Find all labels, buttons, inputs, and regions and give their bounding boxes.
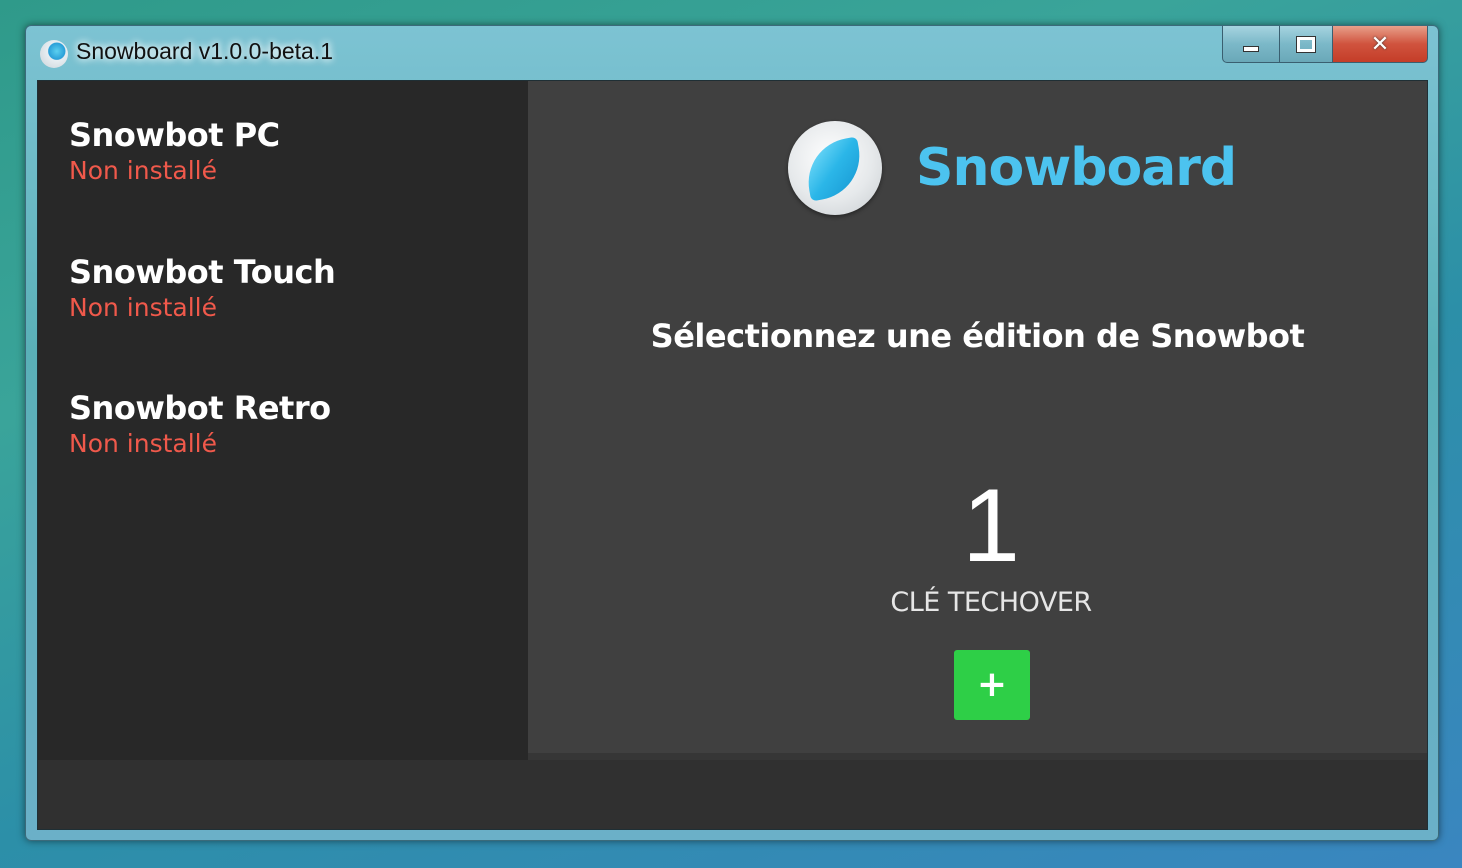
- title-bar[interactable]: Snowboard v1.0.0-beta.1 ✕: [26, 26, 1438, 80]
- edition-name: Snowbot Touch: [69, 253, 336, 291]
- plus-icon: +: [976, 664, 1008, 705]
- footer-bar: [38, 760, 1427, 829]
- edition-name: Snowbot PC: [69, 116, 280, 154]
- select-edition-prompt: Sélectionnez une édition de Snowbot: [650, 317, 1305, 355]
- window-controls: ✕: [1222, 26, 1428, 63]
- edition-status: Non installé: [69, 429, 217, 458]
- leaf-icon: [801, 136, 867, 202]
- sidebar-item-snowbot-touch[interactable]: Snowbot Touch Non installé: [69, 252, 336, 324]
- close-icon: ✕: [1370, 31, 1390, 57]
- add-key-button[interactable]: +: [954, 650, 1030, 720]
- main-panel: Snowboard Sélectionnez une édition de Sn…: [528, 81, 1427, 753]
- edition-status: Non installé: [69, 156, 217, 185]
- app-client-area: Snowbot PC Non installé Snowbot Touch No…: [37, 80, 1428, 830]
- sidebar-item-snowbot-pc[interactable]: Snowbot PC Non installé: [69, 115, 280, 187]
- maximize-icon: [1296, 35, 1316, 53]
- edition-status: Non installé: [69, 293, 217, 322]
- window-title: Snowboard v1.0.0-beta.1: [76, 38, 334, 64]
- key-count: 1: [962, 468, 1020, 584]
- edition-name: Snowbot Retro: [69, 389, 331, 427]
- app-logo-icon: [40, 40, 68, 68]
- minimize-icon: [1243, 46, 1259, 52]
- snowboard-logo-icon: [788, 121, 882, 215]
- maximize-button[interactable]: [1280, 26, 1333, 63]
- close-button[interactable]: ✕: [1333, 26, 1428, 63]
- key-label: CLÉ TECHOVER: [890, 587, 1092, 618]
- minimize-button[interactable]: [1222, 26, 1280, 63]
- edition-sidebar: Snowbot PC Non installé Snowbot Touch No…: [38, 81, 528, 760]
- app-window: Snowboard v1.0.0-beta.1 ✕ Snowbot PC Non…: [25, 25, 1439, 841]
- brand-name: Snowboard: [916, 138, 1237, 198]
- brand-header: Snowboard: [788, 121, 1237, 215]
- panel-divider: [528, 753, 1427, 760]
- sidebar-item-snowbot-retro[interactable]: Snowbot Retro Non installé: [69, 388, 331, 460]
